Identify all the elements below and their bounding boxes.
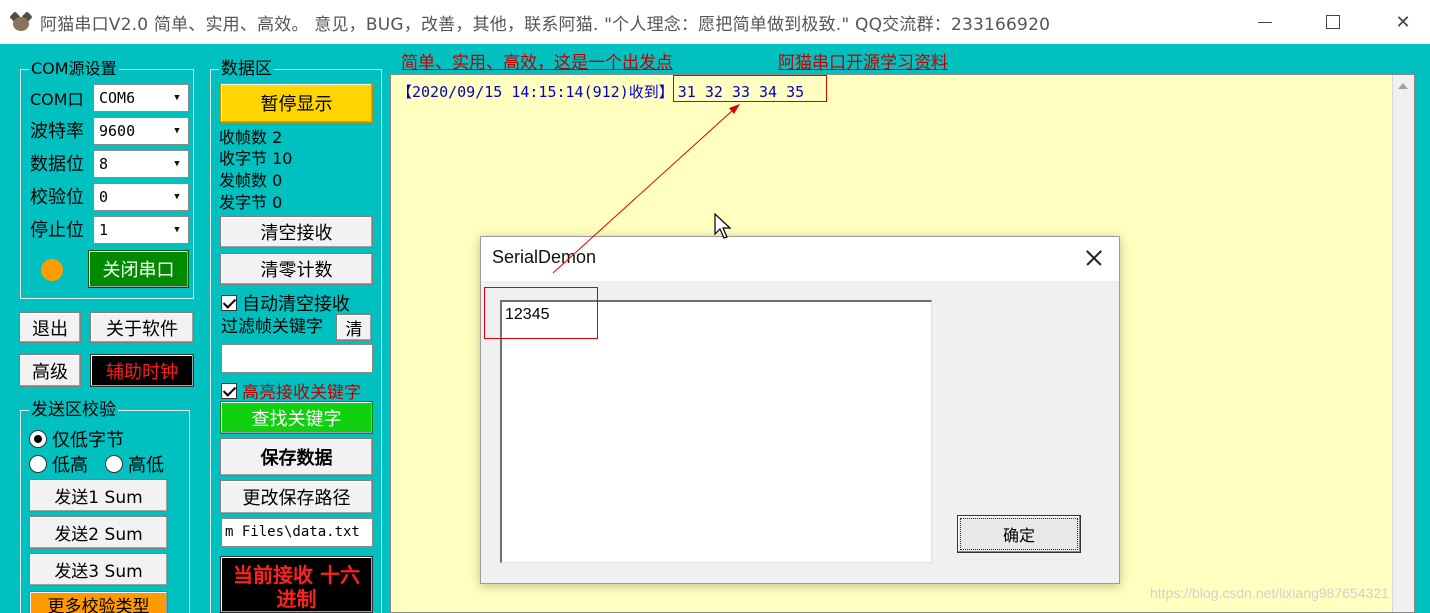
mouse-pointer-icon bbox=[714, 213, 732, 239]
about-button[interactable]: 关于软件 bbox=[90, 312, 194, 343]
scroll-up-icon bbox=[1398, 83, 1408, 89]
data-area-title: 数据区 bbox=[219, 59, 274, 79]
dropdown-arrow-icon: ▼ bbox=[166, 184, 188, 210]
parity-select[interactable]: 0 ▼ bbox=[93, 183, 189, 211]
radio-empty-icon bbox=[105, 455, 123, 473]
auto-clear-label: 自动清空接收 bbox=[242, 294, 350, 315]
window-title: 阿猫串口V2.0 简单、实用、高效。 意见，BUG，改善，其他，联系阿猫. "个… bbox=[40, 14, 1051, 35]
baud-select[interactable]: 9600 ▼ bbox=[93, 117, 189, 145]
checkbox-checked-icon bbox=[221, 382, 237, 399]
radio-low-high[interactable]: 低高 bbox=[29, 451, 88, 477]
databits-value: 8 bbox=[99, 155, 109, 173]
dropdown-arrow-icon: ▼ bbox=[166, 217, 188, 243]
recv-frames-count: 收帧数 2 bbox=[219, 128, 283, 147]
change-save-path-button[interactable]: 更改保存路径 bbox=[220, 480, 373, 514]
find-keyword-button[interactable]: 查找关键字 bbox=[220, 401, 373, 434]
annotation-box-dialog bbox=[484, 287, 598, 339]
radio-empty-icon bbox=[29, 455, 47, 473]
auto-clear-checkbox[interactable]: 自动清空接收 bbox=[221, 290, 350, 316]
receive-scrollbar[interactable] bbox=[1392, 75, 1414, 612]
dialog-ok-button[interactable]: 确定 bbox=[957, 515, 1081, 553]
close-port-button[interactable]: 关闭串口 bbox=[88, 250, 189, 288]
dropdown-arrow-icon: ▼ bbox=[166, 85, 188, 111]
aux-clock-button[interactable]: 辅助时钟 bbox=[90, 354, 194, 387]
stopbits-value: 1 bbox=[99, 221, 109, 239]
slogan-link[interactable]: 简单、实用、高效，这是一个出发点 bbox=[401, 48, 673, 73]
dialog-close-icon[interactable] bbox=[1081, 245, 1107, 271]
title-bar: 阿猫串口V2.0 简单、实用、高效。 意见，BUG，改善，其他，联系阿猫. "个… bbox=[0, 0, 1430, 44]
radio-low-only-label: 仅低字节 bbox=[52, 430, 124, 451]
baud-value: 9600 bbox=[99, 122, 136, 140]
highlight-keyword-label: 高亮接收关键字 bbox=[242, 383, 361, 403]
close-icon[interactable]: ✕ bbox=[1380, 0, 1426, 44]
send-bytes-count: 发字节 0 bbox=[219, 193, 283, 212]
parity-label: 校验位 bbox=[30, 187, 84, 208]
filter-clear-button[interactable]: 清 bbox=[336, 314, 372, 341]
dialog-title: SerialDemon bbox=[492, 247, 597, 267]
com-port-label: COM口 bbox=[30, 90, 84, 109]
radio-selected-icon bbox=[29, 430, 47, 448]
app-cat-icon bbox=[9, 11, 33, 33]
send3-sum-button[interactable]: 发送3 Sum bbox=[29, 553, 168, 586]
more-check-types-button[interactable]: 更多校验类型 bbox=[29, 591, 168, 613]
receive-timestamp: 【2020/09/15 14:15:14(912)收到】 bbox=[397, 83, 674, 101]
checkbox-checked-icon bbox=[221, 295, 237, 311]
maximize-icon[interactable] bbox=[1310, 0, 1356, 44]
save-data-button[interactable]: 保存数据 bbox=[220, 438, 373, 476]
minimize-icon[interactable] bbox=[1242, 0, 1288, 44]
dialog-title-bar: SerialDemon bbox=[481, 237, 1119, 281]
annotation-box-received bbox=[673, 75, 827, 102]
stopbits-select[interactable]: 1 ▼ bbox=[93, 216, 189, 244]
stopbits-label: 停止位 bbox=[30, 220, 84, 241]
filter-keyword-input[interactable] bbox=[221, 344, 373, 373]
exit-button[interactable]: 退出 bbox=[19, 312, 81, 343]
advanced-button[interactable]: 高级 bbox=[19, 354, 81, 387]
dropdown-arrow-icon: ▼ bbox=[166, 151, 188, 177]
send1-sum-button[interactable]: 发送1 Sum bbox=[29, 479, 168, 512]
reset-count-button[interactable]: 清零计数 bbox=[220, 253, 373, 285]
parity-value: 0 bbox=[99, 188, 109, 206]
send2-sum-button[interactable]: 发送2 Sum bbox=[29, 516, 168, 549]
databits-label: 数据位 bbox=[30, 154, 84, 175]
clear-recv-button[interactable]: 清空接收 bbox=[220, 216, 373, 248]
current-recv-hex-button[interactable]: 当前接收 十六进制 bbox=[220, 556, 373, 613]
baud-label: 波特率 bbox=[30, 121, 84, 142]
radio-low-high-label: 低高 bbox=[52, 455, 88, 476]
save-path-input[interactable]: m Files\data.txt bbox=[221, 518, 373, 547]
radio-high-low[interactable]: 高低 bbox=[105, 451, 164, 477]
radio-high-low-label: 高低 bbox=[128, 455, 164, 476]
radio-low-only[interactable]: 仅低字节 bbox=[29, 426, 124, 452]
com-port-value: COM6 bbox=[99, 89, 136, 107]
send-check-title: 发送区校验 bbox=[29, 400, 118, 420]
recv-bytes-count: 收字节 10 bbox=[219, 149, 293, 168]
send-frames-count: 发帧数 0 bbox=[219, 171, 283, 190]
open-source-link[interactable]: 阿猫串口开源学习资料 bbox=[778, 48, 948, 73]
filter-keyword-label: 过滤帧关键字 bbox=[221, 317, 323, 337]
port-status-led bbox=[41, 259, 63, 281]
highlight-keyword-checkbox[interactable]: 高亮接收关键字 bbox=[221, 378, 361, 403]
com-port-select[interactable]: COM6 ▼ bbox=[93, 84, 189, 112]
dropdown-arrow-icon: ▼ bbox=[166, 118, 188, 144]
com-settings-title: COM源设置 bbox=[29, 59, 119, 78]
watermark: https://blog.csdn.net/lixiang987654321 bbox=[1150, 585, 1389, 601]
pause-display-button[interactable]: 暂停显示 bbox=[220, 83, 373, 123]
databits-select[interactable]: 8 ▼ bbox=[93, 150, 189, 178]
dialog-text-area[interactable]: 12345 bbox=[500, 300, 932, 563]
